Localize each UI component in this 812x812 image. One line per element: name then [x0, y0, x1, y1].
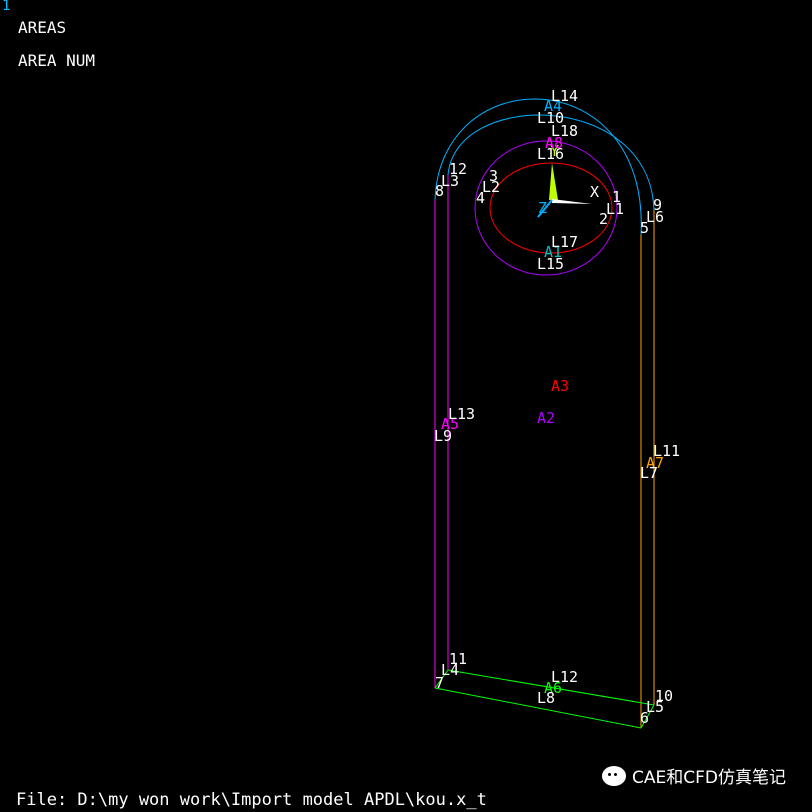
watermark: CAE和CFD仿真笔记	[602, 763, 786, 788]
keypoint-label: 1	[612, 188, 621, 206]
line-label: L9	[434, 427, 452, 445]
area-label: A2	[537, 409, 555, 427]
line-label: L13	[448, 405, 475, 423]
line-label: L18	[551, 122, 578, 140]
triad-y-axis	[549, 163, 558, 200]
keypoint-label: 4	[476, 189, 485, 207]
keypoint-label: 2	[599, 210, 608, 228]
triad-x-label: X	[590, 183, 599, 201]
line-label: L8	[537, 689, 555, 707]
line-label: L15	[537, 255, 564, 273]
line-label: L16	[537, 145, 564, 163]
keypoint-label: 10	[655, 687, 673, 705]
keypoint-label: 12	[449, 160, 467, 178]
line-label: L11	[653, 442, 680, 460]
keypoint-label: 6	[640, 709, 649, 727]
keypoint-label: 9	[653, 196, 662, 214]
graphics-window[interactable]: 1 AREAS AREA NUM X Y Z A1 A2 A3 A4 A5 A6…	[0, 0, 812, 812]
triad-x-axis	[552, 199, 592, 204]
area-label: A3	[551, 377, 569, 395]
keypoint-label: 11	[449, 650, 467, 668]
line-label: L7	[640, 464, 658, 482]
keypoint-label: 8	[435, 182, 444, 200]
triad-z-label: Z	[538, 199, 547, 217]
line-label: L17	[551, 233, 578, 251]
wechat-icon	[602, 765, 627, 786]
keypoint-label: 3	[489, 167, 498, 185]
watermark-text: CAE和CFD仿真笔记	[632, 768, 786, 788]
file-info: File: D:\my won work\Import model APDL\k…	[16, 790, 487, 810]
line-label: L14	[551, 87, 578, 105]
model-view: X Y Z A1 A2 A3 A4 A5 A6 A7 A8 L1 L2 L3 L…	[434, 87, 680, 729]
keypoint-label: 7	[435, 674, 444, 692]
keypoint-label: 5	[640, 219, 649, 237]
line-label: L12	[551, 668, 578, 686]
